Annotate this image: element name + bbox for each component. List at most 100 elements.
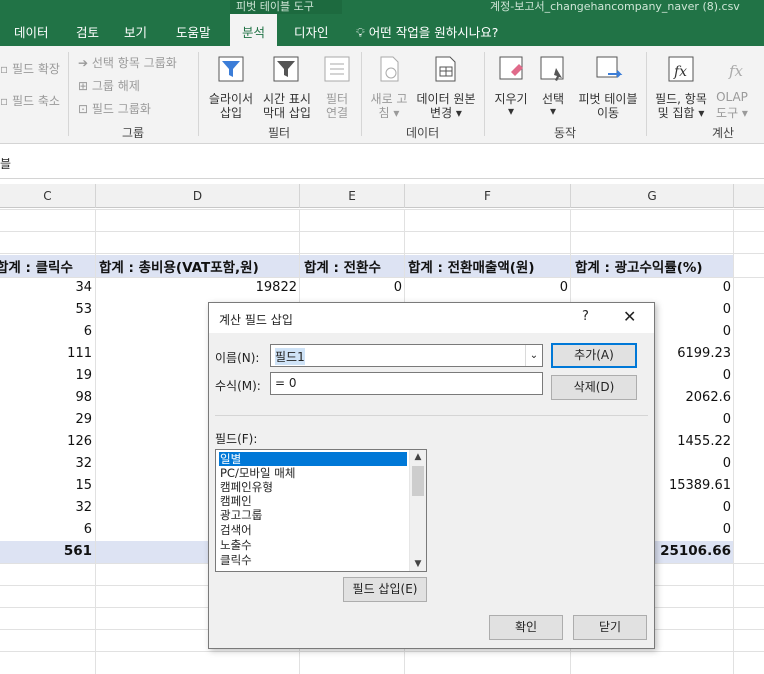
cell-clicks[interactable]: 15 — [75, 478, 92, 493]
list-item[interactable]: 캠페인 — [219, 494, 252, 508]
help-icon[interactable]: ? — [582, 309, 589, 324]
column-header-g[interactable]: G — [571, 184, 734, 208]
group-label-actions: 동작 — [554, 126, 577, 140]
cell-clicks[interactable]: 29 — [75, 412, 92, 427]
column-header-e[interactable]: E — [300, 184, 405, 208]
cell-clicks[interactable]: 32 — [75, 500, 92, 515]
total-roas[interactable]: 25106.66 — [660, 543, 731, 559]
cell-roas[interactable]: 1455.22 — [677, 434, 731, 449]
dialog-divider — [215, 415, 648, 416]
name-box-fragment[interactable]: 블 — [0, 155, 11, 172]
add-button[interactable]: 추가(A) — [551, 343, 637, 368]
total-clicks[interactable]: 561 — [64, 543, 92, 559]
grid-line — [0, 231, 764, 232]
tab-view[interactable]: 보기 — [124, 22, 147, 41]
refresh-icon — [380, 56, 399, 82]
cell-clicks[interactable]: 53 — [75, 302, 92, 317]
dialog-titlebar[interactable]: 계산 필드 삽입 ? ✕ — [209, 303, 654, 333]
cell-clicks[interactable]: 98 — [75, 390, 92, 405]
tell-me-search[interactable]: 💡︎ 어떤 작업을 원하시나요? — [356, 22, 498, 41]
formula-label: 수식(M): — [215, 379, 261, 393]
formula-value: = 0 — [275, 376, 297, 390]
cell-roas[interactable]: 0 — [723, 280, 731, 295]
scroll-up-icon[interactable]: ▲ — [410, 450, 426, 464]
list-item[interactable]: 광고그룹 — [219, 508, 262, 522]
cell-roas[interactable]: 15389.61 — [669, 478, 731, 493]
column-header-f[interactable]: F — [405, 184, 571, 208]
tab-help[interactable]: 도움말 — [176, 22, 211, 41]
cell-clicks[interactable]: 19 — [75, 368, 92, 383]
formula-input[interactable]: = 0 — [270, 372, 543, 395]
clear-icon — [499, 56, 523, 80]
cell-roas[interactable]: 0 — [723, 456, 731, 471]
list-item[interactable]: PC/모바일 매체 — [219, 466, 295, 480]
cell-clicks[interactable]: 6 — [84, 324, 92, 339]
cell-roas[interactable]: 0 — [723, 522, 731, 537]
name-combobox[interactable]: 필드1 ⌄ — [270, 344, 543, 367]
group-selection-button[interactable]: ➔ 선택 항목 그룹화 — [78, 54, 177, 71]
tab-design[interactable]: 디자인 — [294, 22, 329, 41]
cell-clicks[interactable]: 6 — [84, 522, 92, 537]
ungroup-icon: ⊞ — [78, 79, 89, 93]
chevron-down-icon[interactable]: ⌄ — [525, 345, 542, 366]
collapse-field-button[interactable]: ▫ 필드 축소 — [0, 92, 60, 109]
cell-conversions[interactable]: 0 — [394, 280, 402, 295]
ungroup-button[interactable]: ⊞ 그룹 해제 — [78, 77, 140, 94]
delete-button[interactable]: 삭제(D) — [551, 375, 637, 400]
grid-line — [0, 253, 764, 254]
pivot-header-revenue[interactable]: 합계 : 전환매출액(원) — [408, 256, 535, 276]
ok-button[interactable]: 확인 — [489, 615, 563, 640]
cell-cost[interactable]: 19822 — [256, 280, 297, 295]
expand-field-button[interactable]: ▫ 필드 확장 — [0, 60, 60, 77]
pivot-header-roas[interactable]: 합계 : 광고수익률(%) — [575, 256, 703, 276]
cell-clicks[interactable]: 126 — [67, 434, 92, 449]
insert-field-button[interactable]: 필드 삽입(E) — [343, 577, 427, 602]
scroll-down-icon[interactable]: ▼ — [410, 557, 426, 571]
grid-line — [0, 277, 764, 278]
close-button[interactable]: 닫기 — [573, 615, 647, 640]
fields-label: 필드(F): — [215, 432, 258, 446]
change-source-icon — [435, 56, 456, 82]
name-label: 이름(N): — [215, 351, 260, 365]
select-icon — [540, 56, 564, 81]
list-item[interactable]: 캠페인유형 — [219, 480, 273, 494]
list-item[interactable]: 일별 — [219, 452, 407, 466]
group-field-button[interactable]: ⊡ 필드 그룹화 — [78, 100, 151, 117]
list-item[interactable]: 클릭수 — [219, 553, 252, 567]
close-icon[interactable]: ✕ — [623, 307, 636, 326]
pivot-header-cost[interactable]: 합계 : 총비용(VAT포함,원) — [99, 256, 259, 276]
ribbon-tab-bar: 피벗 테이블 도구 계정-보고서_changehancompany_naver … — [0, 0, 764, 46]
cell-roas[interactable]: 0 — [723, 302, 731, 317]
scroll-thumb[interactable] — [412, 466, 424, 496]
column-header-c[interactable]: C — [0, 184, 96, 208]
column-header-d[interactable]: D — [96, 184, 300, 208]
pivot-header-clicks[interactable]: 합계 : 클릭수 — [0, 256, 73, 276]
grid-line — [0, 651, 764, 652]
list-item[interactable]: 노출수 — [219, 538, 252, 552]
collapse-icon: ▫ — [0, 94, 9, 108]
tab-analyze[interactable]: 분석 — [230, 14, 278, 46]
fields-scrollbar[interactable]: ▲ ▼ — [409, 450, 426, 571]
pivot-header-conversions[interactable]: 합계 : 전환수 — [304, 256, 381, 276]
timeline-icon — [273, 56, 299, 82]
insert-calculated-field-dialog: 계산 필드 삽입 ? ✕ 이름(N): 필드1 ⌄ 추가(A) 수식(M): =… — [208, 302, 655, 649]
cell-revenue[interactable]: 0 — [560, 280, 568, 295]
expand-icon: ▫ — [0, 62, 9, 76]
cell-roas[interactable]: 0 — [723, 368, 731, 383]
list-item[interactable]: 검색어 — [219, 523, 252, 537]
slicer-icon — [218, 56, 244, 82]
cell-roas[interactable]: 0 — [723, 324, 731, 339]
cell-roas[interactable]: 0 — [723, 500, 731, 515]
cell-clicks[interactable]: 34 — [75, 280, 92, 295]
ribbon-body: ▫ 필드 확장 ▫ 필드 축소 ➔ 선택 항목 그룹화 ⊞ 그룹 해제 ⊡ 필드… — [0, 46, 764, 144]
tab-review[interactable]: 검토 — [76, 22, 99, 41]
cell-clicks[interactable]: 111 — [67, 346, 92, 361]
cell-clicks[interactable]: 32 — [75, 456, 92, 471]
fields-listbox[interactable]: 일별 PC/모바일 매체 캠페인유형 캠페인 광고그룹 검색어 노출수 클릭수 … — [215, 449, 427, 572]
name-value: 필드1 — [275, 348, 305, 365]
tab-data[interactable]: 데이터 — [14, 22, 49, 41]
group-label-calc: 계산 — [712, 126, 735, 140]
cell-roas[interactable]: 6199.23 — [677, 346, 731, 361]
cell-roas[interactable]: 0 — [723, 412, 731, 427]
cell-roas[interactable]: 2062.6 — [686, 390, 732, 405]
